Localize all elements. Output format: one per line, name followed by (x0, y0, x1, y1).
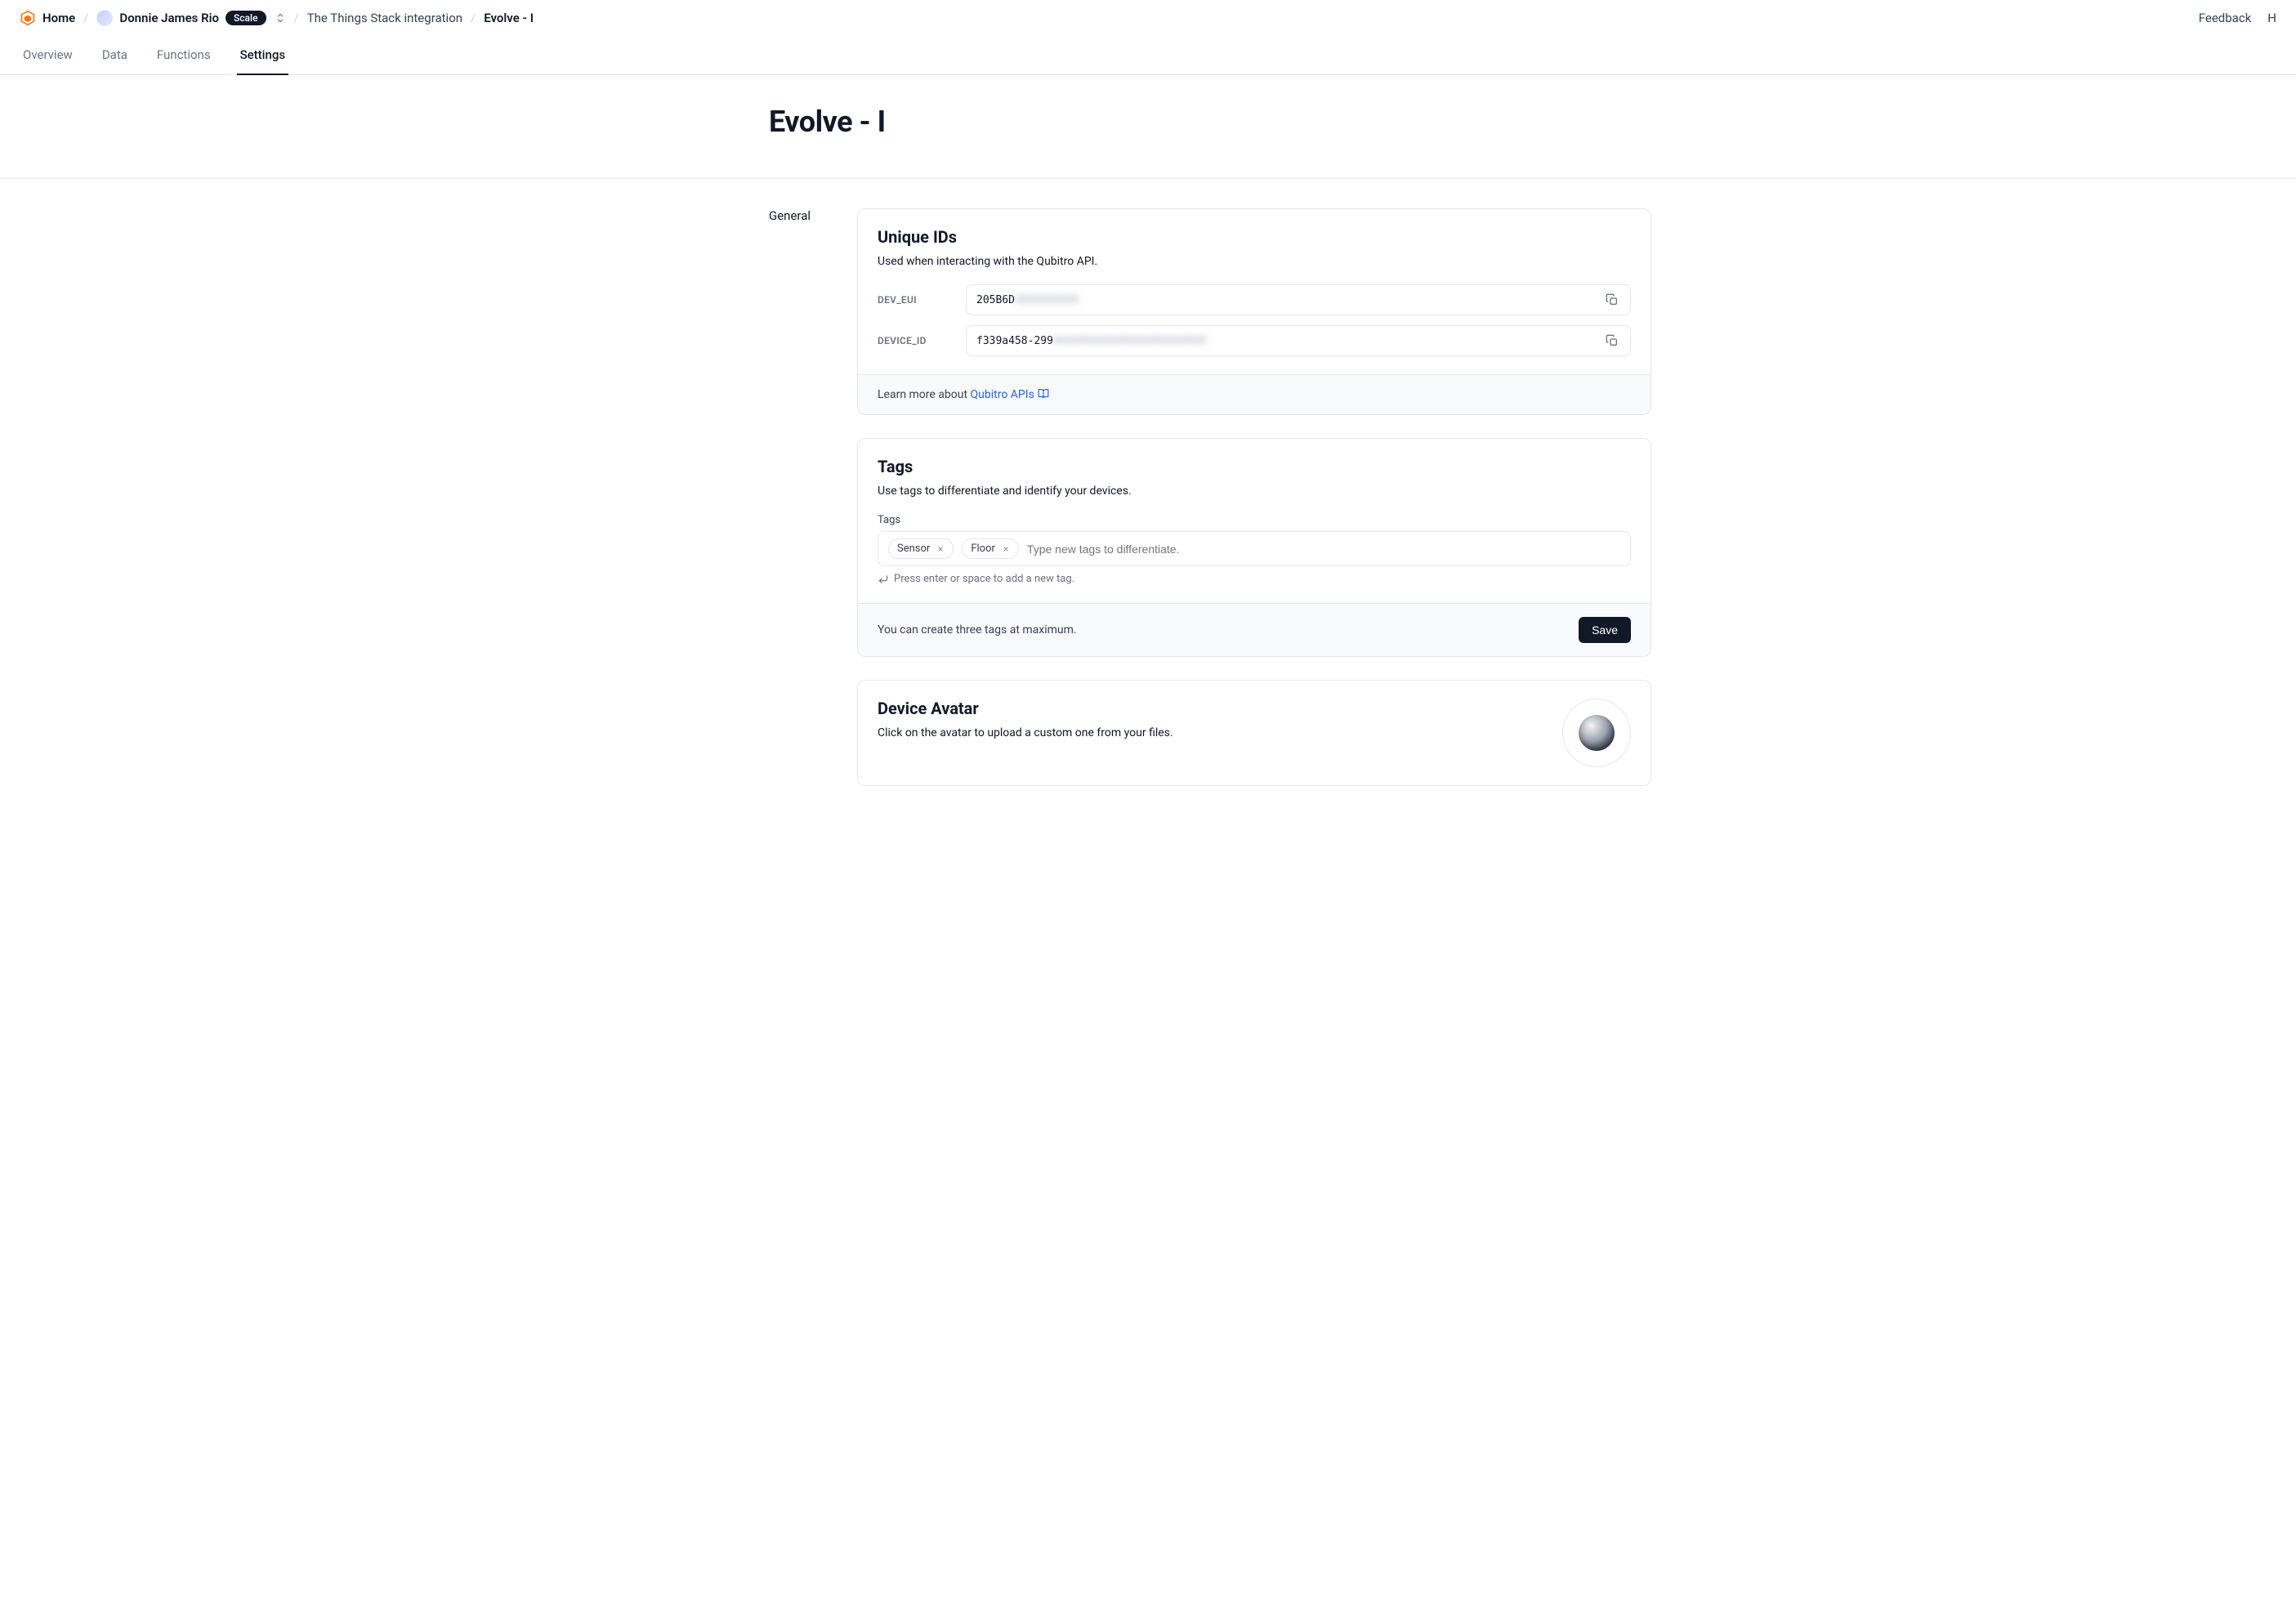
feedback-link[interactable]: Feedback (2199, 11, 2252, 25)
tab-data[interactable]: Data (99, 36, 131, 75)
tab-functions[interactable]: Functions (154, 36, 214, 75)
unique-ids-desc: Used when interacting with the Qubitro A… (878, 255, 1631, 268)
qubitro-apis-link[interactable]: Qubitro APIs (971, 388, 1049, 401)
device-avatar-button[interactable] (1562, 699, 1631, 767)
dev-eui-field[interactable]: 205B6DXXXXXXXXXX (966, 284, 1631, 315)
org-link[interactable]: Donnie James Rio Scale (96, 10, 266, 26)
copy-icon (1606, 334, 1619, 347)
org-avatar-icon (96, 10, 113, 26)
tags-hint: Press enter or space to add a new tag. (878, 573, 1631, 585)
tag-chip-label: Sensor (897, 543, 930, 555)
tab-settings[interactable]: Settings (237, 36, 289, 75)
device-id-row: DEVICE_ID f339a458-299XXXXXXXXXXXXXXXXXX… (878, 325, 1631, 356)
logo-icon (20, 10, 36, 26)
tabs: Overview Data Functions Settings (0, 36, 2296, 75)
tag-chip-sensor: Sensor (888, 538, 954, 559)
title-section: Evolve - I (0, 75, 2296, 179)
device-avatar-title: Device Avatar (878, 699, 1173, 718)
tags-card: Tags Use tags to differentiate and ident… (857, 438, 1651, 657)
device-avatar-card: Device Avatar Click on the avatar to upl… (857, 680, 1651, 786)
header-right: Feedback H (2199, 11, 2276, 25)
device-id-value: f339a458-299XXXXXXXXXXXXXXXXXXXXXXXX (976, 335, 1604, 347)
page-title: Evolve - I (645, 105, 1651, 139)
org-name: Donnie James Rio (119, 11, 219, 25)
main-content: Unique IDs Used when interacting with th… (857, 208, 1651, 786)
copy-icon (1606, 293, 1619, 306)
home-link[interactable]: Home (20, 10, 75, 26)
remove-tag-icon[interactable] (1002, 545, 1010, 553)
help-link-truncated[interactable]: H (2267, 11, 2276, 25)
dev-eui-value: 205B6DXXXXXXXXXX (976, 294, 1604, 306)
tags-footer: You can create three tags at maximum. Sa… (858, 603, 1651, 656)
dev-eui-label: DEV_EUI (878, 294, 949, 306)
remove-tag-icon[interactable] (936, 545, 945, 553)
book-icon (1038, 388, 1049, 400)
tags-footer-text: You can create three tags at maximum. (878, 623, 1077, 636)
learn-more-prefix: Learn more about (878, 388, 971, 401)
tags-input[interactable]: Sensor Floor (878, 531, 1631, 566)
tag-chip-floor: Floor (962, 538, 1019, 559)
tags-field-label: Tags (878, 514, 1631, 526)
plan-pill: Scale (226, 11, 266, 25)
breadcrumb-integration[interactable]: The Things Stack integration (307, 11, 462, 25)
unique-ids-card: Unique IDs Used when interacting with th… (857, 208, 1651, 415)
breadcrumb-current: Evolve - I (484, 11, 534, 25)
org-switcher-icon[interactable] (275, 12, 286, 24)
tags-text-input[interactable] (1027, 543, 1620, 556)
save-tags-button[interactable]: Save (1579, 617, 1631, 643)
tag-chip-label: Floor (971, 543, 995, 555)
device-id-label: DEVICE_ID (878, 335, 949, 346)
copy-dev-eui-button[interactable] (1604, 292, 1620, 308)
tab-overview[interactable]: Overview (20, 36, 76, 75)
device-avatar-image (1579, 715, 1615, 751)
dev-eui-row: DEV_EUI 205B6DXXXXXXXXXX (878, 284, 1631, 315)
unique-ids-title: Unique IDs (878, 227, 1631, 247)
settings-sidebar: General (645, 208, 824, 786)
tags-desc: Use tags to differentiate and identify y… (878, 485, 1631, 498)
copy-device-id-button[interactable] (1604, 333, 1620, 349)
breadcrumb-separator: / (83, 11, 88, 25)
home-label: Home (42, 11, 75, 25)
sidebar-item-general[interactable]: General (769, 208, 824, 223)
top-header: Home / Donnie James Rio Scale / The Thin… (0, 0, 2296, 36)
tags-title: Tags (878, 457, 1631, 476)
unique-ids-footer: Learn more about Qubitro APIs (858, 374, 1651, 414)
device-avatar-desc: Click on the avatar to upload a custom o… (878, 726, 1173, 739)
breadcrumb-separator: / (294, 11, 299, 25)
enter-key-icon (878, 574, 889, 585)
breadcrumb-separator: / (471, 11, 476, 25)
device-id-field[interactable]: f339a458-299XXXXXXXXXXXXXXXXXXXXXXXX (966, 325, 1631, 356)
breadcrumb: Home / Donnie James Rio Scale / The Thin… (20, 10, 534, 26)
